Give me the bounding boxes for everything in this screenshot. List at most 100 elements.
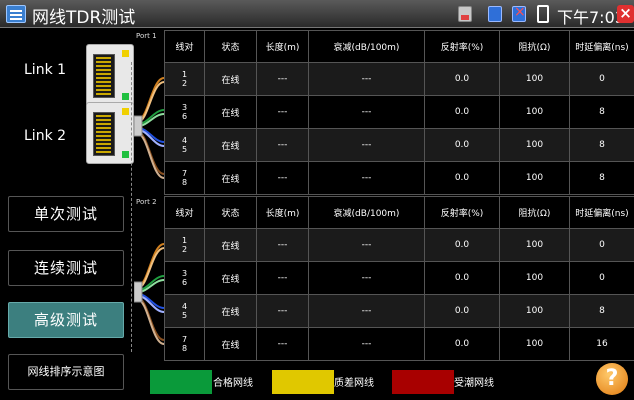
impedance-cell: 100 (499, 294, 570, 328)
status-cell: 在线 (204, 261, 257, 295)
reflection-cell: 0.0 (424, 95, 500, 129)
reflection-cell: 0.0 (424, 294, 500, 328)
table-header: 线对 状态 长度(m) 衰减(dB/100m) 反射率(%) 阻抗(Ω) 时延偏… (164, 30, 634, 63)
divider (131, 62, 132, 352)
reflection-cell: 0.0 (424, 62, 500, 96)
help-icon[interactable]: ? (596, 363, 628, 395)
impedance-cell: 100 (499, 95, 570, 129)
attenuation-cell: --- (308, 128, 425, 162)
delay-cell: 16 (569, 327, 634, 361)
table-row: 12 在线 --- --- 0.0 100 0 (164, 228, 634, 262)
status-cell: 在线 (204, 294, 257, 328)
port-2-table: 线对 状态 长度(m) 衰减(dB/100m) 反射率(%) 阻抗(Ω) 时延偏… (164, 196, 634, 361)
impedance-cell: 100 (499, 228, 570, 262)
clock: 下午7:03 (557, 8, 625, 27)
col-header: 时延偏离(ns) (569, 30, 634, 63)
rj45-port-icon (86, 102, 134, 164)
window-title: 网线TDR测试 (32, 8, 136, 28)
attenuation-cell: --- (308, 228, 425, 262)
length-cell: --- (256, 228, 309, 262)
attenuation-cell: --- (308, 161, 425, 195)
length-cell: --- (256, 161, 309, 195)
port-1-table: 线对 状态 长度(m) 衰减(dB/100m) 反射率(%) 阻抗(Ω) 时延偏… (164, 30, 634, 195)
attenuation-cell: --- (308, 62, 425, 96)
pair-cell: 12 (164, 62, 205, 96)
status-cell: 在线 (204, 62, 257, 96)
legend-good-swatch (150, 370, 212, 394)
length-cell: --- (256, 95, 309, 129)
length-cell: --- (256, 261, 309, 295)
delay-cell: 0 (569, 228, 634, 262)
table-row: 45 在线 --- --- 0.0 100 8 (164, 294, 634, 328)
legend-damp-label: 受潮网线 (454, 378, 494, 389)
table-row: 78 在线 --- --- 0.0 100 16 (164, 327, 634, 361)
legend-poor-label: 质差网线 (334, 378, 374, 389)
rj45-port-icon (86, 44, 134, 106)
single-test-button[interactable]: 单次测试 (8, 196, 124, 232)
sim-card-icon (458, 6, 472, 22)
mute-icon (512, 4, 526, 22)
impedance-cell: 100 (499, 261, 570, 295)
col-header: 状态 (204, 196, 257, 229)
battery-icon (537, 5, 549, 23)
pair-cell: 78 (164, 327, 205, 361)
length-cell: --- (256, 62, 309, 96)
delay-cell: 8 (569, 128, 634, 162)
title-bar: 网线TDR测试 下午7:03 × (0, 0, 634, 28)
table-row: 36 在线 --- --- 0.0 100 0 (164, 261, 634, 295)
pair-cell: 36 (164, 261, 205, 295)
reflection-cell: 0.0 (424, 228, 500, 262)
table-row: 36 在线 --- --- 0.0 100 8 (164, 95, 634, 129)
reflection-cell: 0.0 (424, 161, 500, 195)
col-header: 阻抗(Ω) (499, 196, 570, 229)
attenuation-cell: --- (308, 327, 425, 361)
pair-cell: 12 (164, 228, 205, 262)
pair-cell: 36 (164, 95, 205, 129)
port-1-label: Port 1 (136, 32, 157, 40)
delay-cell: 8 (569, 294, 634, 328)
col-header: 线对 (164, 30, 205, 63)
col-header: 阻抗(Ω) (499, 30, 570, 63)
col-header: 线对 (164, 196, 205, 229)
col-header: 反射率(%) (424, 30, 500, 63)
link-2-label: Link 2 (24, 128, 67, 144)
cable-order-diagram-button[interactable]: 网线排序示意图 (8, 354, 124, 390)
pair-cell: 45 (164, 294, 205, 328)
col-header: 长度(m) (256, 30, 309, 63)
col-header: 衰减(dB/100m) (308, 196, 425, 229)
table-row: 78 在线 --- --- 0.0 100 8 (164, 161, 634, 195)
col-header: 时延偏离(ns) (569, 196, 634, 229)
delay-cell: 8 (569, 161, 634, 195)
length-cell: --- (256, 128, 309, 162)
col-header: 状态 (204, 30, 257, 63)
legend-damp-swatch (392, 370, 454, 394)
status-cell: 在线 (204, 128, 257, 162)
delay-cell: 0 (569, 62, 634, 96)
pair-cell: 78 (164, 161, 205, 195)
impedance-cell: 100 (499, 62, 570, 96)
length-cell: --- (256, 327, 309, 361)
usb-icon (488, 6, 502, 22)
col-header: 衰减(dB/100m) (308, 30, 425, 63)
table-header: 线对 状态 长度(m) 衰减(dB/100m) 反射率(%) 阻抗(Ω) 时延偏… (164, 196, 634, 229)
wire-pairs-icon (134, 243, 165, 345)
close-icon[interactable]: × (617, 5, 634, 23)
impedance-cell: 100 (499, 327, 570, 361)
delay-cell: 0 (569, 261, 634, 295)
col-header: 长度(m) (256, 196, 309, 229)
wire-pairs-icon (134, 77, 165, 179)
advanced-test-button[interactable]: 高级测试 (8, 302, 124, 338)
link-1-label: Link 1 (24, 62, 67, 78)
impedance-cell: 100 (499, 161, 570, 195)
impedance-cell: 100 (499, 128, 570, 162)
reflection-cell: 0.0 (424, 261, 500, 295)
status-cell: 在线 (204, 161, 257, 195)
status-cell: 在线 (204, 327, 257, 361)
app-icon (6, 5, 26, 23)
table-row: 12 在线 --- --- 0.0 100 0 (164, 62, 634, 96)
attenuation-cell: --- (308, 294, 425, 328)
reflection-cell: 0.0 (424, 128, 500, 162)
continuous-test-button[interactable]: 连续测试 (8, 250, 124, 286)
status-cell: 在线 (204, 228, 257, 262)
attenuation-cell: --- (308, 95, 425, 129)
